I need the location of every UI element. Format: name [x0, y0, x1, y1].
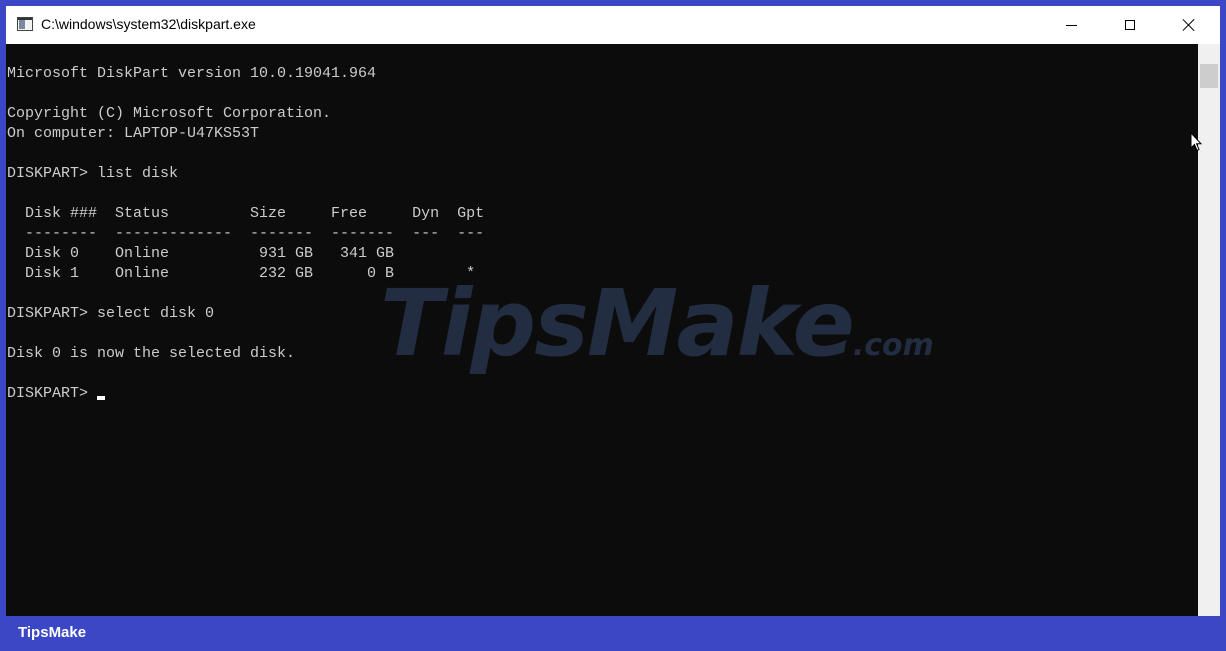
- console-line: Disk 0 Online 931 GB 341 GB: [25, 245, 395, 262]
- console-window-icon[interactable]: [17, 17, 33, 31]
- brand-label: TipsMake: [18, 624, 87, 641]
- console-prompt: DISKPART>: [7, 385, 98, 402]
- console-output: Microsoft DiskPart version 10.0.19041.96…: [7, 64, 484, 404]
- minimize-button[interactable]: [1042, 6, 1100, 44]
- diskpart-window: C:\windows\system32\diskpart.exe Microso…: [6, 6, 1220, 616]
- minimize-icon: [1065, 24, 1077, 26]
- brand-bar: TipsMake: [0, 616, 1226, 651]
- scrollbar-thumb[interactable]: [1200, 64, 1218, 88]
- console-line: On computer: LAPTOP-U47KS53T: [7, 125, 260, 142]
- maximize-button[interactable]: [1101, 6, 1159, 44]
- console-line: Microsoft DiskPart version 10.0.19041.96…: [7, 65, 377, 82]
- console-line: DISKPART> select disk 0: [7, 305, 215, 322]
- mouse-pointer-icon: [1190, 132, 1202, 152]
- maximize-icon: [1125, 20, 1135, 30]
- console-line: Copyright (C) Microsoft Corporation.: [7, 105, 332, 122]
- console-line: Disk 0 is now the selected disk.: [7, 345, 296, 362]
- console-line: -------- ------------- ------- ------- -…: [25, 225, 485, 242]
- console-line: Disk 1 Online 232 GB 0 B *: [25, 265, 476, 282]
- console-area[interactable]: Microsoft DiskPart version 10.0.19041.96…: [6, 44, 1198, 616]
- close-button[interactable]: [1160, 6, 1218, 44]
- console-lines: Microsoft DiskPart version 10.0.19041.96…: [7, 65, 484, 362]
- console-line: DISKPART> list disk: [7, 165, 179, 182]
- vertical-scrollbar[interactable]: [1198, 44, 1220, 616]
- window-title: C:\windows\system32\diskpart.exe: [41, 16, 256, 32]
- title-bar[interactable]: C:\windows\system32\diskpart.exe: [6, 6, 1220, 44]
- text-cursor: [97, 396, 106, 400]
- console-line: Disk ### Status Size Free Dyn Gpt: [25, 205, 485, 222]
- close-icon: [1182, 18, 1196, 32]
